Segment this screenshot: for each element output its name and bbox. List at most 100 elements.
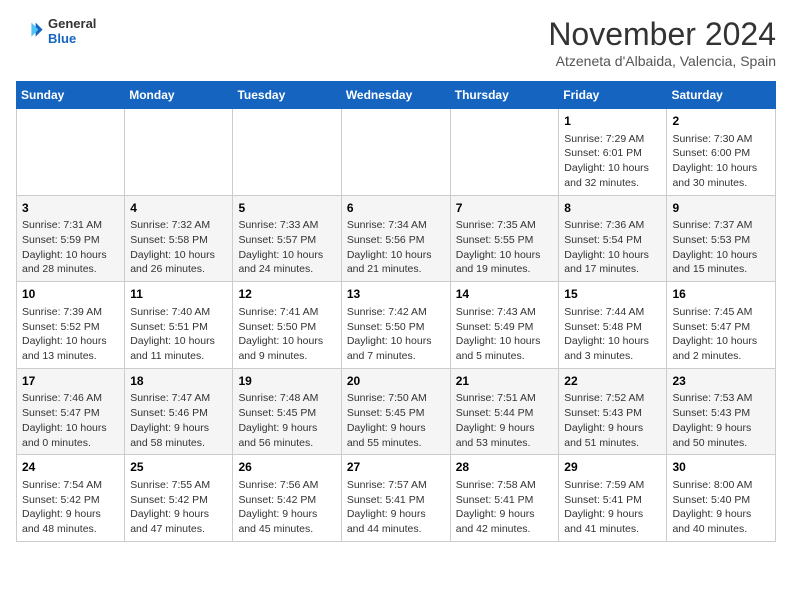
- day-info: Sunrise: 7:39 AMSunset: 5:52 PMDaylight:…: [22, 305, 119, 364]
- day-number: 14: [456, 286, 554, 303]
- table-row: 19Sunrise: 7:48 AMSunset: 5:45 PMDayligh…: [233, 368, 341, 455]
- table-row: 16 Sunrise: 7:45 AMSunset: 5:47 PMDayligh…: [667, 282, 776, 369]
- table-row: 24 Sunrise: 7:54 AMSunset: 5:42 PMDayligh…: [17, 455, 125, 542]
- day-number: 7: [456, 200, 554, 217]
- table-row: [125, 109, 233, 196]
- logo-icon: [16, 17, 44, 45]
- table-row: [341, 109, 450, 196]
- table-row: 20Sunrise: 7:50 AMSunset: 5:45 PMDayligh…: [341, 368, 450, 455]
- day-number: 30: [672, 459, 770, 476]
- day-info: Sunrise: 7:57 AMSunset: 5:41 PMDaylight:…: [347, 478, 445, 537]
- day-info: Sunrise: 7:44 AMSunset: 5:48 PMDaylight:…: [564, 305, 661, 364]
- calendar-week-row: 10Sunrise: 7:39 AMSunset: 5:52 PMDayligh…: [17, 282, 776, 369]
- day-number: 25: [130, 459, 227, 476]
- day-info: Sunrise: 7:40 AMSunset: 5:51 PMDaylight:…: [130, 305, 227, 364]
- day-info: Sunrise: 7:56 AMSunset: 5:42 PMDaylight:…: [238, 478, 335, 537]
- day-info: Sunrise: 7:29 AMSunset: 6:01 PMDaylight:…: [564, 132, 661, 191]
- day-info: Sunrise: 7:54 AMSunset: 5:42 PMDaylight:…: [22, 478, 119, 537]
- day-info: Sunrise: 7:55 AMSunset: 5:42 PMDaylight:…: [130, 478, 227, 537]
- day-info: Sunrise: 7:53 AMSunset: 5:43 PMDaylight:…: [672, 391, 770, 450]
- day-info: Sunrise: 7:48 AMSunset: 5:45 PMDaylight:…: [238, 391, 335, 450]
- day-info: Sunrise: 7:58 AMSunset: 5:41 PMDaylight:…: [456, 478, 554, 537]
- table-row: 2Sunrise: 7:30 AMSunset: 6:00 PMDaylight…: [667, 109, 776, 196]
- table-row: 22Sunrise: 7:52 AMSunset: 5:43 PMDayligh…: [559, 368, 667, 455]
- table-row: 25 Sunrise: 7:55 AMSunset: 5:42 PMDayligh…: [125, 455, 233, 542]
- header-wednesday: Wednesday: [341, 82, 450, 109]
- day-info: Sunrise: 7:50 AMSunset: 5:45 PMDaylight:…: [347, 391, 445, 450]
- day-number: 24: [22, 459, 119, 476]
- location-subtitle: Atzeneta d'Albaida, Valencia, Spain: [548, 53, 776, 69]
- table-row: 1 Sunrise: 7:29 AMSunset: 6:01 PMDaylight…: [559, 109, 667, 196]
- table-row: 30 Sunrise: 8:00 AMSunset: 5:40 PMDayligh…: [667, 455, 776, 542]
- day-number: 1: [564, 113, 661, 130]
- day-info: Sunrise: 7:37 AMSunset: 5:53 PMDaylight:…: [672, 218, 770, 277]
- day-number: 23: [672, 373, 770, 390]
- day-info: Sunrise: 8:00 AMSunset: 5:40 PMDaylight:…: [672, 478, 770, 537]
- day-info: Sunrise: 7:45 AMSunset: 5:47 PMDaylight:…: [672, 305, 770, 364]
- day-info: Sunrise: 7:42 AMSunset: 5:50 PMDaylight:…: [347, 305, 445, 364]
- day-number: 6: [347, 200, 445, 217]
- day-number: 5: [238, 200, 335, 217]
- calendar-header-row: Sunday Monday Tuesday Wednesday Thursday…: [17, 82, 776, 109]
- day-number: 20: [347, 373, 445, 390]
- day-number: 13: [347, 286, 445, 303]
- day-number: 2: [672, 113, 770, 130]
- day-info: Sunrise: 7:33 AMSunset: 5:57 PMDaylight:…: [238, 218, 335, 277]
- calendar-week-row: 1 Sunrise: 7:29 AMSunset: 6:01 PMDaylight…: [17, 109, 776, 196]
- title-section: November 2024 Atzeneta d'Albaida, Valenc…: [548, 16, 776, 69]
- day-info: Sunrise: 7:52 AMSunset: 5:43 PMDaylight:…: [564, 391, 661, 450]
- table-row: 17Sunrise: 7:46 AMSunset: 5:47 PMDayligh…: [17, 368, 125, 455]
- table-row: 12Sunrise: 7:41 AMSunset: 5:50 PMDayligh…: [233, 282, 341, 369]
- day-number: 29: [564, 459, 661, 476]
- day-number: 18: [130, 373, 227, 390]
- day-number: 11: [130, 286, 227, 303]
- day-number: 16: [672, 286, 770, 303]
- day-number: 17: [22, 373, 119, 390]
- header-monday: Monday: [125, 82, 233, 109]
- day-number: 21: [456, 373, 554, 390]
- table-row: 10Sunrise: 7:39 AMSunset: 5:52 PMDayligh…: [17, 282, 125, 369]
- header-friday: Friday: [559, 82, 667, 109]
- day-number: 8: [564, 200, 661, 217]
- table-row: 11 Sunrise: 7:40 AMSunset: 5:51 PMDayligh…: [125, 282, 233, 369]
- table-row: 18Sunrise: 7:47 AMSunset: 5:46 PMDayligh…: [125, 368, 233, 455]
- day-info: Sunrise: 7:51 AMSunset: 5:44 PMDaylight:…: [456, 391, 554, 450]
- table-row: 15 Sunrise: 7:44 AMSunset: 5:48 PMDayligh…: [559, 282, 667, 369]
- day-info: Sunrise: 7:47 AMSunset: 5:46 PMDaylight:…: [130, 391, 227, 450]
- table-row: 5Sunrise: 7:33 AMSunset: 5:57 PMDaylight…: [233, 195, 341, 282]
- calendar-week-row: 24 Sunrise: 7:54 AMSunset: 5:42 PMDayligh…: [17, 455, 776, 542]
- day-number: 19: [238, 373, 335, 390]
- month-title: November 2024: [548, 16, 776, 53]
- day-number: 3: [22, 200, 119, 217]
- header-tuesday: Tuesday: [233, 82, 341, 109]
- table-row: 29Sunrise: 7:59 AMSunset: 5:41 PMDayligh…: [559, 455, 667, 542]
- day-info: Sunrise: 7:36 AMSunset: 5:54 PMDaylight:…: [564, 218, 661, 277]
- day-info: Sunrise: 7:46 AMSunset: 5:47 PMDaylight:…: [22, 391, 119, 450]
- day-number: 26: [238, 459, 335, 476]
- calendar-week-row: 17Sunrise: 7:46 AMSunset: 5:47 PMDayligh…: [17, 368, 776, 455]
- day-info: Sunrise: 7:34 AMSunset: 5:56 PMDaylight:…: [347, 218, 445, 277]
- day-number: 9: [672, 200, 770, 217]
- day-info: Sunrise: 7:43 AMSunset: 5:49 PMDaylight:…: [456, 305, 554, 364]
- day-info: Sunrise: 7:31 AMSunset: 5:59 PMDaylight:…: [22, 218, 119, 277]
- day-number: 12: [238, 286, 335, 303]
- header-sunday: Sunday: [17, 82, 125, 109]
- day-number: 15: [564, 286, 661, 303]
- logo-text: General Blue: [48, 16, 96, 46]
- day-number: 22: [564, 373, 661, 390]
- calendar: Sunday Monday Tuesday Wednesday Thursday…: [16, 81, 776, 542]
- table-row: 21Sunrise: 7:51 AMSunset: 5:44 PMDayligh…: [450, 368, 559, 455]
- table-row: [233, 109, 341, 196]
- table-row: 7Sunrise: 7:35 AMSunset: 5:55 PMDaylight…: [450, 195, 559, 282]
- header-saturday: Saturday: [667, 82, 776, 109]
- table-row: 8Sunrise: 7:36 AMSunset: 5:54 PMDaylight…: [559, 195, 667, 282]
- table-row: [17, 109, 125, 196]
- header-thursday: Thursday: [450, 82, 559, 109]
- table-row: 26 Sunrise: 7:56 AMSunset: 5:42 PMDayligh…: [233, 455, 341, 542]
- table-row: 3Sunrise: 7:31 AMSunset: 5:59 PMDaylight…: [17, 195, 125, 282]
- table-row: [450, 109, 559, 196]
- table-row: 9Sunrise: 7:37 AMSunset: 5:53 PMDaylight…: [667, 195, 776, 282]
- table-row: 13 Sunrise: 7:42 AMSunset: 5:50 PMDayligh…: [341, 282, 450, 369]
- day-number: 28: [456, 459, 554, 476]
- table-row: 27Sunrise: 7:57 AMSunset: 5:41 PMDayligh…: [341, 455, 450, 542]
